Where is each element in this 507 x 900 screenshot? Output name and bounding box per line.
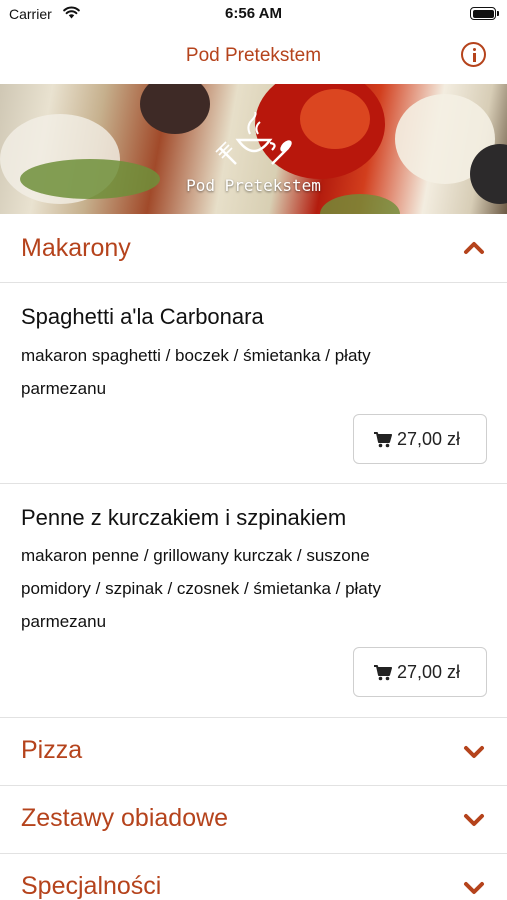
nav-bar: Pod Pretekstem xyxy=(0,30,507,84)
section-header-zestawy-obiadowe[interactable]: Zestawy obiadowe xyxy=(0,785,507,853)
battery-cap xyxy=(497,11,499,16)
status-bar: Carrier 6:56 AM xyxy=(0,0,507,28)
item-name: Penne z kurczakiem i szpinakiem xyxy=(21,505,347,530)
section-title: Makarony xyxy=(21,234,131,262)
section-makarony: Makarony Spaghetti a'la Carbonara makaro… xyxy=(0,214,507,718)
banner-logo-text: Pod Pretekstem xyxy=(186,176,321,195)
section-header-makarony[interactable]: Makarony xyxy=(0,214,507,282)
chevron-down-icon xyxy=(464,814,484,826)
cart-icon xyxy=(374,665,392,681)
item-description-line: parmezanu xyxy=(21,612,107,631)
section-title: Zestawy obiadowe xyxy=(21,804,229,832)
page-title: Pod Pretekstem xyxy=(185,45,322,66)
status-time: 6:56 AM xyxy=(225,5,282,22)
add-to-cart-button[interactable]: 27,00 zł xyxy=(353,647,487,697)
item-description-line: makaron penne / grillowany kurczak / sus… xyxy=(21,546,370,565)
restaurant-logo-icon xyxy=(215,112,292,165)
item-description-line: pomidory / szpinak / czosnek / śmietanka… xyxy=(21,579,381,598)
item-name: Spaghetti a'la Carbonara xyxy=(21,304,264,329)
item-price: 27,00 zł xyxy=(397,662,461,682)
section-header-specjalnosci[interactable]: Specjalności xyxy=(0,853,507,900)
chevron-down-icon xyxy=(464,882,484,894)
section-title: Specjalności xyxy=(21,872,162,900)
item-price: 27,00 zł xyxy=(397,429,461,449)
add-to-cart-button[interactable]: 27,00 zł xyxy=(353,414,487,464)
header-banner-image: Pod Pretekstem xyxy=(0,84,507,214)
info-icon[interactable] xyxy=(461,42,486,67)
section-title: Pizza xyxy=(21,736,83,764)
chevron-up-icon xyxy=(464,242,484,254)
item-description-line: makaron spaghetti / boczek / śmietanka /… xyxy=(21,346,371,365)
menu-item: Penne z kurczakiem i szpinakiem makaron … xyxy=(0,483,507,718)
menu-item: Spaghetti a'la Carbonara makaron spaghet… xyxy=(0,282,507,483)
battery-icon xyxy=(470,7,496,20)
cart-icon xyxy=(374,432,392,448)
chevron-down-icon xyxy=(464,746,484,758)
section-header-pizza[interactable]: Pizza xyxy=(0,717,507,785)
item-description-line: parmezanu xyxy=(21,379,107,398)
